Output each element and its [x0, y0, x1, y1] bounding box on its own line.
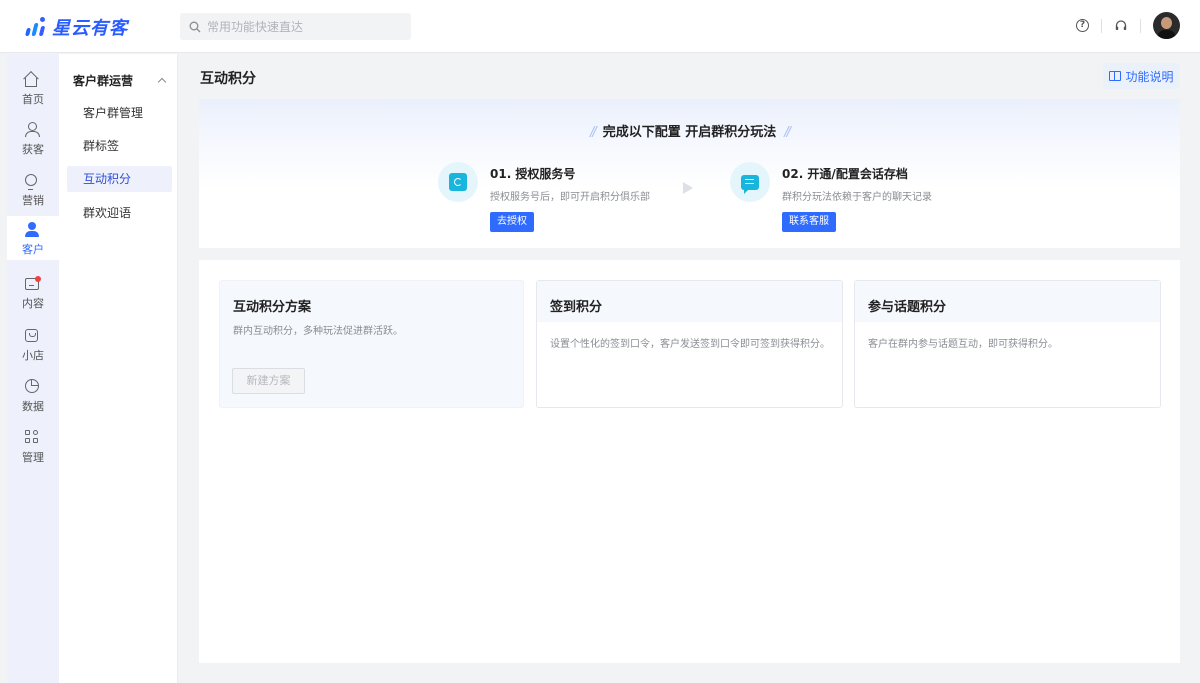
nav-label: 客户 — [22, 243, 44, 256]
home-icon — [25, 78, 37, 87]
feature-help-button[interactable]: 功能说明 — [1103, 63, 1180, 89]
card-checkin-points[interactable]: 签到积分 设置个性化的签到口令，客户发送签到口令即可签到获得积分。 — [536, 280, 843, 408]
sub-nav-group-header[interactable]: 客户群运营 — [73, 72, 169, 89]
nav-item-marketing[interactable]: 营销 — [7, 167, 59, 211]
card-points-plan: 互动积分方案 群内互动积分，多种玩法促进群活跃。 新建方案 — [219, 280, 524, 408]
card-title: 参与话题积分 — [855, 281, 1160, 322]
sub-nav-item-group-management[interactable]: 客户群管理 — [67, 100, 172, 126]
nav-item-data[interactable]: 数据 — [7, 373, 59, 417]
sub-nav-item-welcome-message[interactable]: 群欢迎语 — [67, 200, 172, 226]
nav-label: 营销 — [22, 194, 44, 207]
grid-icon — [25, 430, 39, 444]
nav-item-acquire[interactable]: 获客 — [7, 116, 59, 160]
main-nav-rail: 首页 获客 营销 客户 内容 小店 数据 管理 — [7, 54, 59, 683]
step-title: 01. 授权服务号 — [490, 167, 576, 181]
nav-label: 首页 — [22, 93, 44, 106]
new-plan-button[interactable]: 新建方案 — [232, 368, 305, 394]
nav-label: 获客 — [22, 143, 44, 156]
decor-slash-left: // — [589, 125, 597, 140]
search-icon — [189, 21, 201, 32]
nav-label: 小店 — [22, 349, 44, 362]
step-desc: 授权服务号后，即可开启积分俱乐部 — [490, 192, 650, 203]
step-title: 02. 开通/配置会话存档 — [782, 167, 908, 181]
user-plus-icon — [25, 122, 40, 137]
card-topic-points[interactable]: 参与话题积分 客户在群内参与话题互动，即可获得积分。 — [854, 280, 1161, 408]
guide-title: 完成以下配置 开启群积分玩法 — [602, 125, 777, 140]
nav-item-shop[interactable]: 小店 — [7, 322, 59, 366]
step-desc: 群积分玩法依赖于客户的聊天记录 — [782, 192, 932, 203]
guide-title-row: // 完成以下配置 开启群积分玩法 // — [199, 121, 1180, 140]
divider — [1101, 18, 1102, 33]
sub-nav: 客户群运营 客户群管理 群标签 互动积分 群欢迎语 — [59, 54, 178, 683]
nav-label: 数据 — [22, 400, 44, 413]
divider — [1140, 18, 1141, 33]
question-circle-icon[interactable]: ? — [1076, 19, 1089, 32]
notification-dot — [35, 276, 41, 282]
top-bar: 星云有客 ? — [0, 0, 1200, 53]
sub-nav-item-interactive-points[interactable]: 互动积分 — [67, 166, 172, 192]
shop-icon — [25, 329, 38, 342]
chat-archive-icon — [730, 162, 770, 202]
guide-step-authorize: 01. 授权服务号 授权服务号后，即可开启积分俱乐部 去授权 — [438, 162, 650, 232]
sub-nav-group-title: 客户群运营 — [73, 74, 134, 88]
logo-mark-icon — [24, 16, 48, 38]
book-icon — [1109, 71, 1122, 81]
user-avatar[interactable] — [1153, 12, 1180, 39]
card-desc: 设置个性化的签到口令，客户发送签到口令即可签到获得积分。 — [550, 339, 830, 350]
card-desc: 客户在群内参与话题互动，即可获得积分。 — [868, 339, 1058, 350]
sub-nav-item-group-tags[interactable]: 群标签 — [67, 133, 172, 159]
card-title: 互动积分方案 — [233, 300, 312, 315]
service-account-icon — [438, 162, 478, 202]
feature-help-label: 功能说明 — [1125, 69, 1174, 84]
card-title: 签到积分 — [537, 281, 842, 322]
nav-label: 管理 — [22, 451, 44, 464]
brand-name: 星云有客 — [52, 18, 128, 39]
setup-guide: // 完成以下配置 开启群积分玩法 // 01. 授权服务号 授权服务号后，即可开启… — [199, 99, 1180, 248]
person-icon — [25, 222, 39, 237]
card-desc: 群内互动积分，多种玩法促进群活跃。 — [233, 326, 403, 337]
bulb-icon — [25, 174, 37, 190]
nav-item-content[interactable]: 内容 — [7, 270, 59, 314]
nav-label: 内容 — [22, 297, 44, 310]
arrow-right-icon — [683, 182, 693, 194]
page-title: 互动积分 — [200, 71, 256, 87]
authorize-button[interactable]: 去授权 — [490, 212, 534, 232]
pie-chart-icon — [25, 379, 39, 393]
chevron-up-icon — [157, 77, 167, 87]
guide-step-archive: 02. 开通/配置会话存档 群积分玩法依赖于客户的聊天记录 联系客服 — [730, 162, 932, 232]
brand-logo[interactable]: 星云有客 — [24, 14, 128, 40]
global-search[interactable] — [180, 13, 411, 40]
headset-icon[interactable] — [1114, 19, 1128, 33]
decor-slash-right: // — [784, 125, 791, 140]
box-icon — [25, 276, 41, 290]
contact-support-button[interactable]: 联系客服 — [782, 212, 836, 232]
search-input[interactable] — [207, 19, 397, 34]
nav-item-home[interactable]: 首页 — [7, 66, 59, 110]
points-panel: 互动积分方案 群内互动积分，多种玩法促进群活跃。 新建方案 签到积分 设置个性化… — [199, 260, 1180, 663]
nav-item-admin[interactable]: 管理 — [7, 424, 59, 468]
nav-item-customer[interactable]: 客户 — [7, 216, 59, 260]
